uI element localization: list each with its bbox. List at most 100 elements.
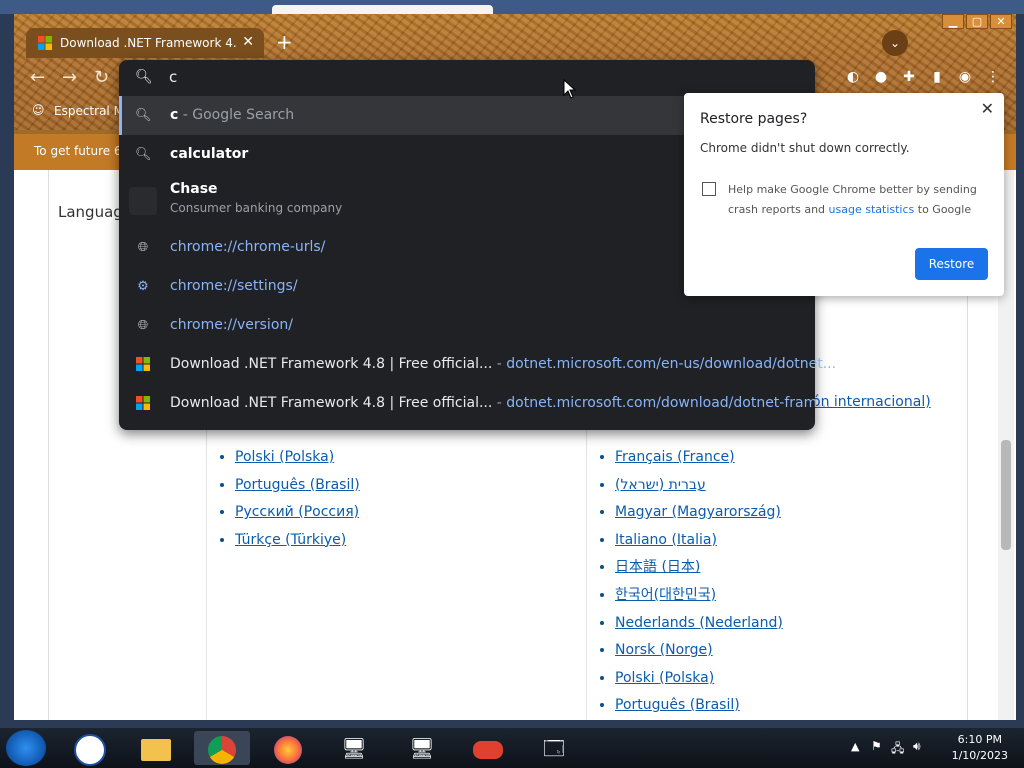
language-list-item: 日本語 (日本) <box>615 556 783 584</box>
language-list-left: Polski (Polska) Português (Brasil) Русский… <box>215 446 360 556</box>
suggestion-title: Download .NET Framework 4.8 | Free offic… <box>170 355 493 372</box>
language-list-item: Русский (Россия) <box>235 501 360 529</box>
language-list-item: Português (Brasil) <box>235 474 360 502</box>
suggestion-text: c - Google Search <box>170 107 294 123</box>
gear-icon: ⚙ <box>137 278 149 294</box>
help-text-end: to Google <box>917 203 972 216</box>
scrollbar-thumb[interactable] <box>1001 440 1011 550</box>
suggestion-text: Chase Consumer banking company <box>170 181 342 215</box>
close-tab-icon[interactable]: ✕ <box>242 34 254 50</box>
language-link[interactable]: Nederlands (Nederland) <box>615 615 783 631</box>
tray-expand-icon[interactable]: ▲ <box>851 740 859 753</box>
bookmark-item[interactable]: Espectral M <box>54 104 124 118</box>
profile-avatar-icon[interactable]: ◉ <box>956 68 974 86</box>
side-panel-icon[interactable]: ▮ <box>928 68 946 86</box>
forward-icon[interactable]: → <box>62 67 77 88</box>
microsoft-icon <box>135 356 151 373</box>
suggestion-url: chrome://version/ <box>170 316 293 333</box>
restore-button[interactable]: Restore <box>915 248 988 280</box>
installer-icon-2[interactable]: 🖥 <box>394 731 450 765</box>
file-explorer-icon[interactable] <box>128 731 184 765</box>
menu-kebab-icon[interactable]: ⋮ <box>984 68 1002 86</box>
crash-report-label: Help make Google Chrome better by sendin… <box>728 180 992 220</box>
language-link[interactable]: Русский (Россия) <box>235 504 359 520</box>
language-link[interactable]: Português (Brasil) <box>235 477 360 493</box>
new-tab-button[interactable]: + <box>276 30 293 54</box>
omnibox-input[interactable]: c <box>169 68 177 86</box>
language-link[interactable]: 한국어(대한민국) <box>615 587 716 603</box>
clock-date: 1/10/2023 <box>951 749 1008 762</box>
language-link[interactable]: Français (France) <box>615 449 735 465</box>
installer-icon[interactable]: 🖥 <box>326 731 382 765</box>
minimize-button[interactable]: ▁ <box>942 14 964 29</box>
language-link[interactable]: Norsk (Norge) <box>615 642 713 658</box>
globe-icon: 🌐︎ <box>137 239 149 255</box>
dialog-title: Restore pages? <box>700 111 808 127</box>
volume-icon[interactable]: 🔊︎ <box>913 739 921 754</box>
dialog-message: Chrome didn't shut down correctly. <box>700 141 910 155</box>
language-link[interactable]: Italiano (Italia) <box>615 532 717 548</box>
language-list-right: Français (France) עברית (ישראל) Magyar (Ma… <box>595 446 783 720</box>
search-icon: 🔍︎ <box>135 69 153 85</box>
firefox-icon[interactable] <box>260 731 316 765</box>
suggestion-separator: - <box>492 355 507 372</box>
taskbar: 🖥 🖥 🗔 ▲ ⚑ 🖧 🔊︎ 6:10 PM 1/10/2023 <box>0 728 1024 768</box>
network-icon[interactable]: 🖧 <box>891 739 904 760</box>
start-button[interactable] <box>6 730 46 766</box>
globe-icon: 🌐︎ <box>137 317 149 333</box>
clock[interactable]: 6:10 PM 1/10/2023 <box>952 732 1008 764</box>
suggestion-subtitle: Consumer banking company <box>170 201 343 215</box>
chrome-icon[interactable] <box>194 731 250 765</box>
crash-report-checkbox[interactable] <box>702 182 716 196</box>
suggestion-rest: alculator <box>178 145 249 162</box>
language-link[interactable]: 日本語 (日本) <box>615 559 700 575</box>
reload-icon[interactable]: ↻ <box>94 67 109 88</box>
back-icon[interactable]: ← <box>30 67 45 88</box>
microsoft-icon <box>135 395 151 412</box>
search-icon: 🔍︎ <box>135 146 152 162</box>
language-list-item: Norsk (Norge) <box>615 639 783 667</box>
language-list-item: Magyar (Magyarország) <box>615 501 783 529</box>
language-link[interactable]: Türkçe (Türkiye) <box>235 532 346 548</box>
usage-statistics-link[interactable]: usage statistics <box>829 203 915 216</box>
search-icon: 🔍︎ <box>135 107 152 123</box>
language-link[interactable]: Português (Brasil) <box>615 697 740 713</box>
taskbar-app-icon[interactable] <box>62 731 118 766</box>
omnibox-input-row[interactable]: 🔍︎ c <box>119 60 815 96</box>
tab-title: Download .NET Framework 4.8 | F <box>60 36 236 50</box>
language-list-item: Português (Brasil) <box>615 694 783 720</box>
language-link[interactable]: עברית (ישראל) <box>615 477 706 493</box>
close-window-button[interactable]: ✕ <box>990 14 1012 29</box>
language-link[interactable]: Magyar (Magyarország) <box>615 504 781 520</box>
infobar-text: To get future 6 <box>34 144 122 158</box>
suggestion-text: Download .NET Framework 4.8 | Free offic… <box>170 356 836 372</box>
language-list-item: Italiano (Italia) <box>615 529 783 557</box>
language-link[interactable]: Polski (Polska) <box>235 449 334 465</box>
maximize-button[interactable]: ▢ <box>966 14 988 29</box>
language-list-item: Polski (Polska) <box>235 446 360 474</box>
active-tab[interactable]: Download .NET Framework 4.8 | F ✕ <box>26 28 264 58</box>
suggestion-row[interactable]: Download .NET Framework 4.8 | Free offic… <box>119 345 836 384</box>
suggestion-url: chrome://chrome-urls/ <box>170 238 326 255</box>
suggestion-row[interactable]: 🌐︎ chrome://version/ <box>119 306 815 345</box>
suggestion-row[interactable]: Download .NET Framework 4.8 | Free offic… <box>119 384 831 423</box>
close-icon[interactable]: ✕ <box>981 99 994 118</box>
language-list-item: Français (France) <box>615 446 783 474</box>
suggestion-text: calculator <box>170 146 248 162</box>
game-controller-icon[interactable] <box>460 731 516 765</box>
language-link[interactable]: Polski (Polska) <box>615 670 714 686</box>
entity-icon <box>129 187 157 215</box>
extensions-puzzle-icon[interactable]: ✚ <box>900 68 918 86</box>
extension-avatar-icon[interactable]: ● <box>872 68 890 86</box>
system-tray: ▲ ⚑ 🖧 🔊︎ 6:10 PM 1/10/2023 <box>839 728 1024 768</box>
language-list-item: Türkçe (Türkiye) <box>235 529 360 557</box>
bookmark-favicon-icon: ☺ <box>32 103 45 117</box>
remote-desktop-icon[interactable]: 🗔 <box>526 731 582 765</box>
suggestion-text: Download .NET Framework 4.8 | Free offic… <box>170 395 831 411</box>
language-label: Languag <box>58 203 123 221</box>
suggestion-title: Chase <box>170 181 218 197</box>
extension-flag-icon[interactable]: ◐ <box>844 68 862 86</box>
tab-search-chevron-icon[interactable]: ⌄ <box>882 30 908 56</box>
action-center-flag-icon[interactable]: ⚑ <box>871 739 882 753</box>
suggestion-title: Download .NET Framework 4.8 | Free offic… <box>170 394 493 411</box>
